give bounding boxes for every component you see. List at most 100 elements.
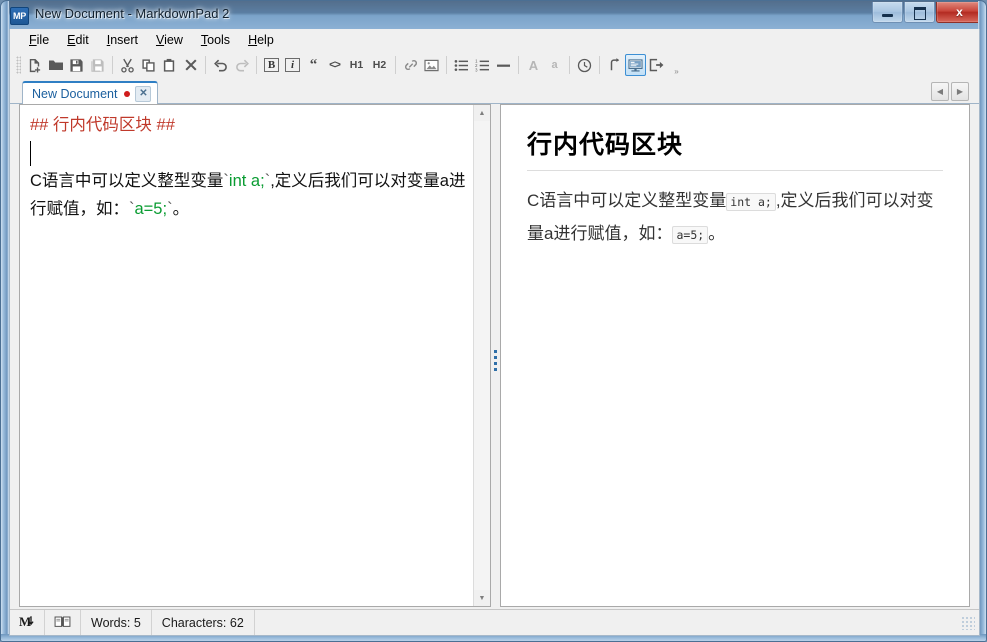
italic-icon: i — [284, 58, 301, 72]
splitter-grip-icon[interactable] — [494, 350, 497, 371]
window-title: New Document - MarkdownPad 2 — [35, 6, 230, 21]
italic-button[interactable]: i — [282, 54, 303, 76]
undo-icon — [213, 58, 229, 72]
live-preview-button[interactable] — [625, 54, 646, 76]
new-document-button[interactable] — [24, 54, 45, 76]
live-preview-pane[interactable]: 行内代码区块 C语言中可以定义整型变量 int a; ,定义后我们可以对变量a进行赋… — [500, 104, 970, 607]
toolbar-separator — [518, 56, 519, 74]
bullet-list-icon — [454, 59, 469, 72]
copy-icon — [141, 58, 156, 73]
toolbar-separator — [569, 56, 570, 74]
heading2-icon: H2 — [372, 59, 387, 71]
tab-label: New Document — [32, 86, 118, 101]
scroll-up-icon[interactable]: ▲ — [474, 105, 490, 121]
tab-close-icon[interactable]: ✕ — [135, 85, 152, 102]
editor-line-blank — [30, 139, 470, 167]
scroll-down-icon[interactable]: ▼ — [474, 590, 490, 606]
caption-button-group: x — [871, 2, 983, 23]
delete-button[interactable] — [180, 54, 201, 76]
menu-item-tools[interactable]: Tools — [192, 31, 239, 49]
bullet-list-button[interactable] — [451, 54, 472, 76]
toolbar-separator — [256, 56, 257, 74]
preview-inline-code-2: a=5; — [672, 226, 709, 244]
lowercase-font-icon: a — [551, 59, 558, 71]
link-button[interactable] — [400, 54, 421, 76]
menu-item-edit[interactable]: Edit — [58, 31, 98, 49]
export-button[interactable] — [646, 54, 667, 76]
editor-text-segment-c: 。 — [172, 200, 190, 218]
minimize-button[interactable] — [872, 2, 903, 23]
editor-line-paragraph: C语言中可以定义整型变量`int a;`,定义后我们可以对变量a进行赋值，如：`… — [30, 167, 470, 223]
toolbar-separator — [112, 56, 113, 74]
editor-scrollbar[interactable]: ▲ ▼ — [473, 105, 490, 606]
resize-grip-icon[interactable] — [961, 615, 975, 630]
line-break-button[interactable] — [604, 54, 625, 76]
font-larger-button[interactable]: A — [523, 54, 544, 76]
new-document-icon — [27, 58, 42, 73]
maximize-button[interactable] — [904, 2, 935, 23]
uppercase-font-icon: A — [528, 57, 539, 73]
heading2-button[interactable]: H2 — [368, 54, 391, 76]
cut-button[interactable] — [117, 54, 138, 76]
save-button[interactable] — [66, 54, 87, 76]
pane-splitter[interactable] — [491, 104, 500, 607]
minimize-icon — [882, 14, 893, 17]
delete-icon — [184, 58, 198, 72]
markdown-icon: M — [19, 614, 35, 631]
tab-scroll-right-button[interactable]: ▶ — [951, 82, 969, 101]
open-folder-icon — [48, 58, 64, 72]
bold-button[interactable]: B — [261, 54, 282, 76]
toolbar-separator — [599, 56, 600, 74]
paste-button[interactable] — [159, 54, 180, 76]
undo-button[interactable] — [210, 54, 231, 76]
heading1-icon: H1 — [349, 59, 364, 71]
preview-text-segment-c: 。 — [708, 224, 726, 243]
paste-icon — [162, 58, 177, 73]
reading-mode-button[interactable] — [45, 610, 81, 635]
markdown-mode-button[interactable]: M — [10, 610, 45, 635]
blockquote-button[interactable]: “ — [303, 54, 324, 76]
tab-strip: New Document ✕ ◀ ▶ — [10, 79, 979, 104]
copy-button[interactable] — [138, 54, 159, 76]
horizontal-rule-button[interactable] — [493, 54, 514, 76]
tab-new-document[interactable]: New Document ✕ — [22, 81, 159, 104]
timestamp-button[interactable] — [574, 54, 595, 76]
close-button[interactable]: x — [936, 2, 983, 23]
toolbar-overflow-button[interactable]: » — [671, 54, 682, 76]
menu-item-help[interactable]: Help — [239, 31, 283, 49]
window-border-left — [1, 1, 9, 641]
tab-nav-group: ◀ ▶ — [929, 82, 969, 101]
timestamp-icon — [577, 58, 592, 73]
save-as-button[interactable] — [87, 54, 108, 76]
live-preview-icon — [628, 58, 643, 72]
heading1-button[interactable]: H1 — [345, 54, 368, 76]
editor-line-heading: ## 行内代码区块 ## — [30, 116, 175, 134]
tab-scroll-left-button[interactable]: ◀ — [931, 82, 949, 101]
inline-code-icon: <> — [329, 59, 341, 71]
menu-bar: File Edit Insert View Tools Help — [10, 29, 979, 51]
font-smaller-button[interactable]: a — [544, 54, 565, 76]
editor-text-content[interactable]: ## 行内代码区块 ## C语言中可以定义整型变量`int a;`,定义后我们可… — [30, 111, 470, 223]
menu-label-tools: ools — [207, 33, 231, 47]
numbered-list-button[interactable]: 123 — [472, 54, 493, 76]
editor-inline-code-1: int a; — [228, 172, 265, 190]
preview-document: 行内代码区块 C语言中可以定义整型变量 int a; ,定义后我们可以对变量a进行赋… — [501, 105, 969, 251]
editor-text-segment-a: C语言中可以定义整型变量 — [30, 172, 224, 190]
editor-preview-split: ## 行内代码区块 ## C语言中可以定义整型变量`int a;`,定义后我们可… — [10, 104, 979, 610]
editor-inline-code-2: a=5; — [134, 200, 168, 218]
markdown-editor-pane[interactable]: ## 行内代码区块 ## C语言中可以定义整型变量`int a;`,定义后我们可… — [19, 104, 491, 607]
image-button[interactable] — [421, 54, 442, 76]
menu-label-insert: nsert — [110, 33, 138, 47]
title-bar: MP New Document - MarkdownPad 2 x — [1, 1, 986, 30]
open-folder-button[interactable] — [45, 54, 66, 76]
save-icon — [69, 58, 84, 73]
menu-label-view: iew — [164, 33, 183, 47]
menu-item-view[interactable]: View — [147, 31, 192, 49]
book-icon — [54, 615, 71, 631]
inline-code-button[interactable]: <> — [324, 54, 345, 76]
menu-item-file[interactable]: File — [20, 31, 58, 49]
export-icon — [649, 58, 664, 72]
menu-item-insert[interactable]: Insert — [98, 31, 147, 49]
redo-button[interactable] — [231, 54, 252, 76]
toolbar-grip[interactable] — [16, 56, 21, 74]
